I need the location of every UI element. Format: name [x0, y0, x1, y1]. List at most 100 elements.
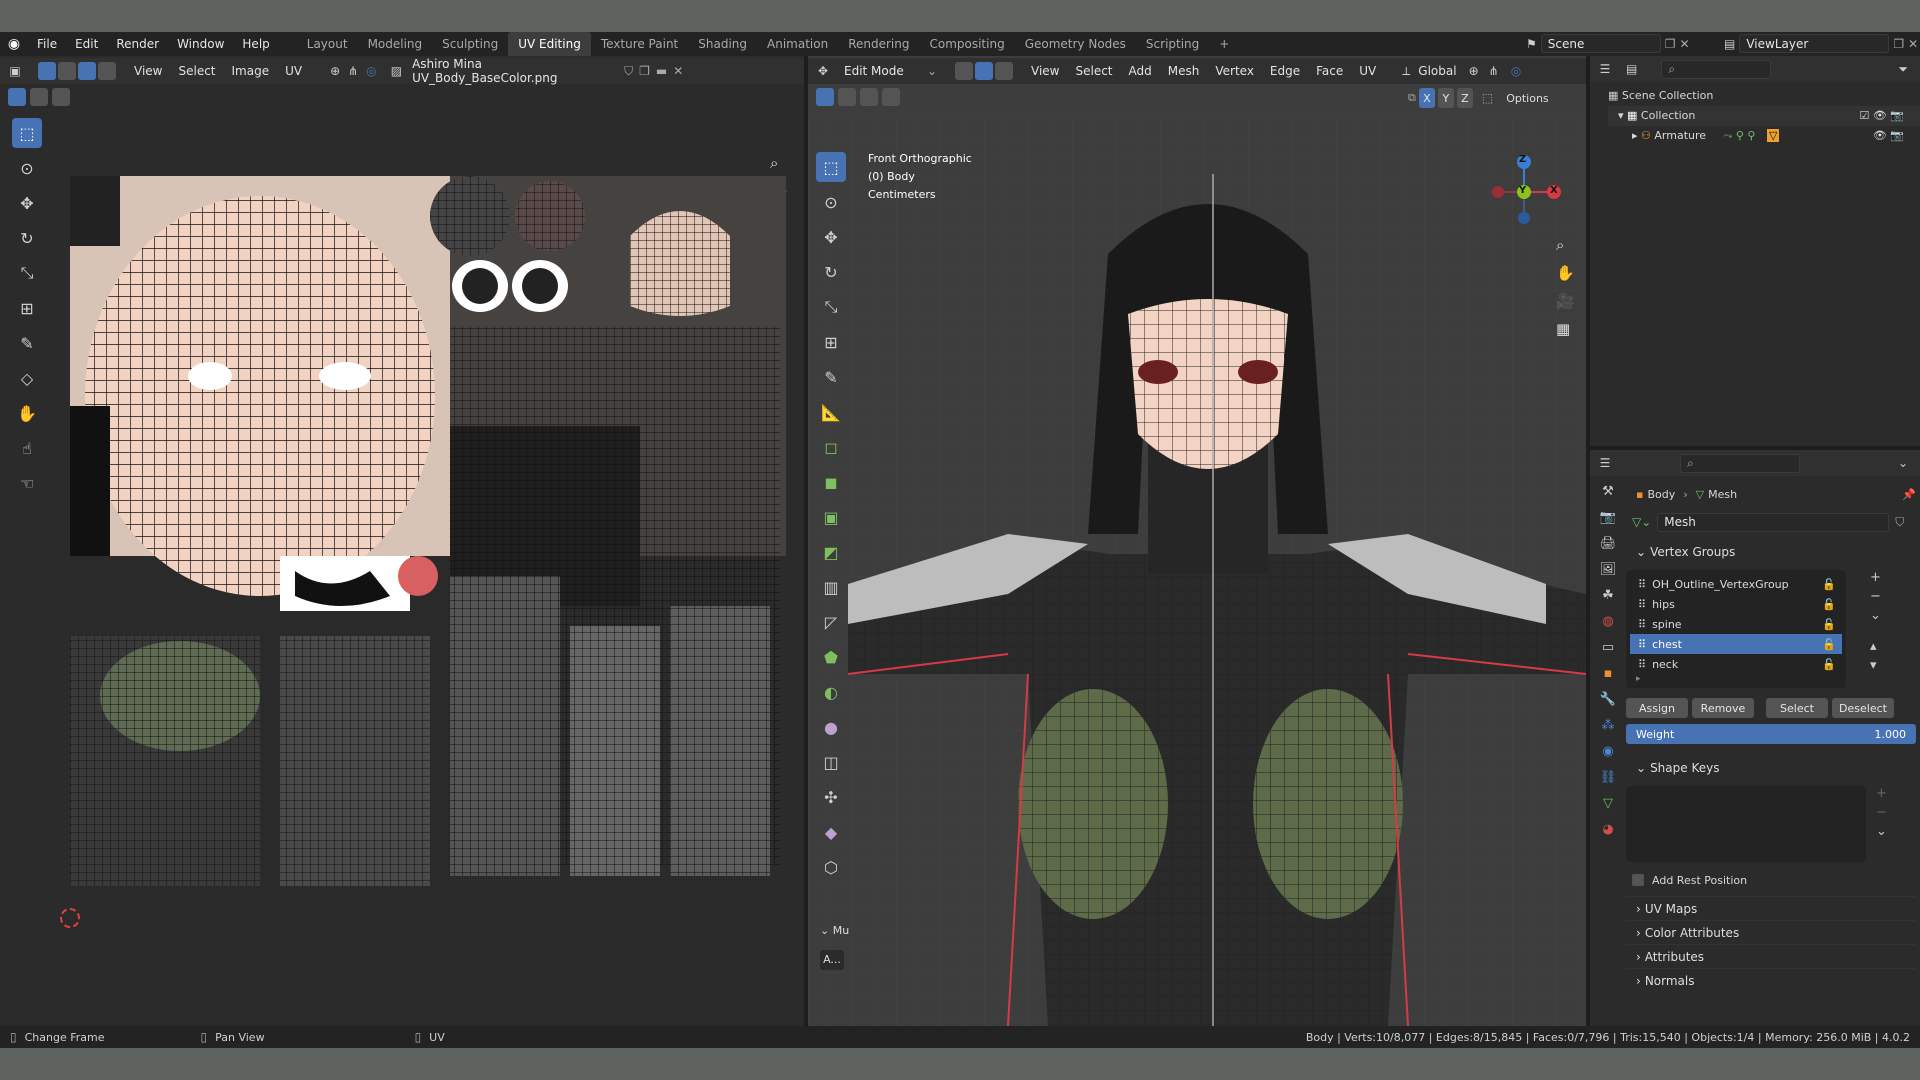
collection-tab-icon[interactable]: ▭	[1602, 640, 1614, 655]
unlink-image-icon[interactable]: ✕	[673, 64, 683, 78]
material-tab-icon[interactable]: ◕	[1602, 822, 1613, 837]
add-vertex-group-button[interactable]: +	[1870, 570, 1881, 585]
proportional-icon[interactable]: ◎	[366, 64, 376, 78]
transform-tool-icon[interactable]: ⊞	[12, 293, 42, 323]
snap-icon[interactable]: ⋔	[348, 64, 358, 78]
mesh-edge-select-icon[interactable]	[975, 62, 993, 80]
vp-scale-tool-icon[interactable]: ⤡	[816, 292, 846, 322]
armature-visibility-icons[interactable]: 👁 📷	[1873, 126, 1904, 146]
outliner-editor-type-icon[interactable]: ☰	[1590, 62, 1620, 76]
properties-editor-type-icon[interactable]: ☰	[1590, 456, 1620, 470]
vp-select-tool-icon[interactable]: ⬚	[816, 152, 846, 182]
list-item[interactable]: ⠿ hips 🔓	[1630, 594, 1842, 614]
move-down-button[interactable]: ▾	[1870, 658, 1881, 673]
tab-rendering[interactable]: Rendering	[838, 32, 919, 56]
mesh-name-field[interactable]: Mesh	[1657, 512, 1890, 532]
uv-sync-icon[interactable]	[38, 62, 56, 80]
menu-render[interactable]: Render	[107, 32, 168, 56]
vp-select-new-icon[interactable]	[816, 88, 834, 106]
vp-extrude-tool-icon[interactable]: ◼	[816, 467, 846, 497]
lock-icon[interactable]: 🔓	[1822, 618, 1836, 631]
vp-cursor-tool-icon[interactable]: ⊙	[816, 187, 846, 217]
vp-proportional-icon[interactable]: ◎	[1511, 64, 1521, 78]
tab-scripting[interactable]: Scripting	[1136, 32, 1209, 56]
shape-key-specials-button[interactable]: ⌄	[1876, 824, 1887, 839]
lock-icon[interactable]: 🔓	[1822, 578, 1836, 591]
shape-keys-list[interactable]	[1626, 786, 1866, 862]
vp-menu-add[interactable]: Add	[1121, 64, 1160, 78]
add-workspace-button[interactable]: +	[1209, 32, 1239, 56]
vp-loop-cut-tool-icon[interactable]: ▥	[816, 572, 846, 602]
vp-menu-mesh[interactable]: Mesh	[1160, 64, 1208, 78]
axis-y-toggle[interactable]: Y	[1437, 88, 1454, 108]
image-browse-icon[interactable]: ▨	[391, 64, 402, 78]
options-dropdown[interactable]: Options	[1506, 92, 1548, 105]
uv-zoom-icon[interactable]: ⌕	[770, 154, 778, 172]
camera-icon[interactable]: 🎥	[1556, 292, 1575, 310]
view-layer-field[interactable]: ViewLayer	[1739, 34, 1890, 53]
props-options-icon[interactable]: ⌄	[1898, 456, 1908, 470]
vp-select-subtract-icon[interactable]	[860, 88, 878, 106]
vp-spin-tool-icon[interactable]: ◐	[816, 677, 846, 707]
scene-field[interactable]: Scene	[1540, 34, 1661, 53]
list-item[interactable]: ⠿ spine 🔓	[1630, 614, 1842, 634]
normals-panel-header[interactable]: › Normals	[1626, 968, 1916, 992]
edge-select-icon[interactable]	[78, 62, 96, 80]
list-item[interactable]: ⠿ OH_Outline_VertexGroup 🔓	[1630, 574, 1842, 594]
remove-vertex-group-button[interactable]: −	[1870, 589, 1881, 604]
collapse-arrow-icon[interactable]: ▸	[1632, 129, 1641, 142]
copy-view-layer-icon[interactable]: ❐	[1893, 37, 1904, 51]
pin-icon[interactable]: 📌	[1902, 488, 1916, 501]
relax-tool-icon[interactable]: ☝	[12, 433, 42, 463]
list-resize-handle[interactable]: ▸	[1630, 674, 1842, 684]
uv-select-new-icon[interactable]	[8, 88, 26, 106]
vp-shear-tool-icon[interactable]: ◆	[816, 817, 846, 847]
mesh-face-select-icon[interactable]	[995, 62, 1013, 80]
tab-texture-paint[interactable]: Texture Paint	[591, 32, 688, 56]
world-tab-icon[interactable]: ◍	[1602, 614, 1613, 629]
list-item[interactable]: ⠿ neck 🔓	[1630, 654, 1842, 674]
tab-animation[interactable]: Animation	[757, 32, 838, 56]
assign-button[interactable]: Assign	[1626, 698, 1688, 718]
view-layer-tab-icon[interactable]: 🖼	[1600, 562, 1617, 577]
vp-bevel-tool-icon[interactable]: ◩	[816, 537, 846, 567]
tab-compositing[interactable]: Compositing	[919, 32, 1014, 56]
vp-transform-tool-icon[interactable]: ⊞	[816, 327, 846, 357]
data-tab-icon[interactable]: ▽	[1603, 796, 1613, 811]
armature-row[interactable]: ▸ ⚇ Armature ⤳ ⚲ ⚲ ▽ 👁 📷	[1608, 126, 1920, 146]
vp-poly-build-tool-icon[interactable]: ⬟	[816, 642, 846, 672]
collection-visibility-icons[interactable]: ☑ 👁 📷	[1859, 106, 1904, 126]
rotate-tool-icon[interactable]: ↻	[12, 223, 42, 253]
vp-move-tool-icon[interactable]: ✥	[816, 222, 846, 252]
rip-tool-icon[interactable]: ◇	[12, 363, 42, 393]
constraints-tab-icon[interactable]: ⛓	[1600, 770, 1617, 785]
vp-menu-uv[interactable]: UV	[1351, 64, 1384, 78]
uv-menu-select[interactable]: Select	[170, 64, 223, 78]
outliner-search-input[interactable]: ⌕	[1661, 59, 1772, 79]
vp-smooth-tool-icon[interactable]: ●	[816, 712, 846, 742]
delete-scene-icon[interactable]: ✕	[1680, 37, 1690, 51]
shape-keys-panel-header[interactable]: ⌄ Shape Keys	[1626, 756, 1916, 780]
vertex-groups-panel-header[interactable]: ⌄ Vertex Groups	[1626, 540, 1916, 564]
lock-icon[interactable]: 🔓	[1822, 658, 1836, 671]
vp-add-cube-tool-icon[interactable]: ◻	[816, 432, 846, 462]
uv-maps-panel-header[interactable]: › UV Maps	[1626, 896, 1916, 920]
object-tab-icon[interactable]: ▪	[1604, 666, 1613, 681]
specials-menu-button[interactable]: ⌄	[1870, 608, 1881, 623]
image-name-field[interactable]: Ashiro Mina UV_Body_BaseColor.png	[406, 57, 617, 85]
select-box-tool-icon[interactable]: ⬚	[12, 118, 42, 148]
scale-tool-icon[interactable]: ⤡	[12, 258, 42, 288]
vertex-groups-list[interactable]: ⠿ OH_Outline_VertexGroup 🔓 ⠿ hips 🔓 ⠿ spin…	[1626, 570, 1846, 688]
mode-dropdown[interactable]: Edit Mode ⌄	[838, 61, 943, 81]
uv-select-subtract-icon[interactable]	[52, 88, 70, 106]
menu-edit[interactable]: Edit	[66, 32, 107, 56]
pivot-icon[interactable]: ⊕	[330, 64, 340, 78]
tab-modeling[interactable]: Modeling	[358, 32, 433, 56]
uv-menu-uv[interactable]: UV	[277, 64, 310, 78]
ortho-grid-icon[interactable]: ▦	[1556, 320, 1575, 338]
tab-layout[interactable]: Layout	[297, 32, 358, 56]
lock-icon[interactable]: 🔓	[1822, 638, 1836, 651]
redo-panel[interactable]: ⌄ Mu	[820, 924, 849, 937]
pan-hand-icon[interactable]: ✋	[1556, 264, 1575, 282]
add-shape-key-button[interactable]: +	[1876, 786, 1887, 801]
